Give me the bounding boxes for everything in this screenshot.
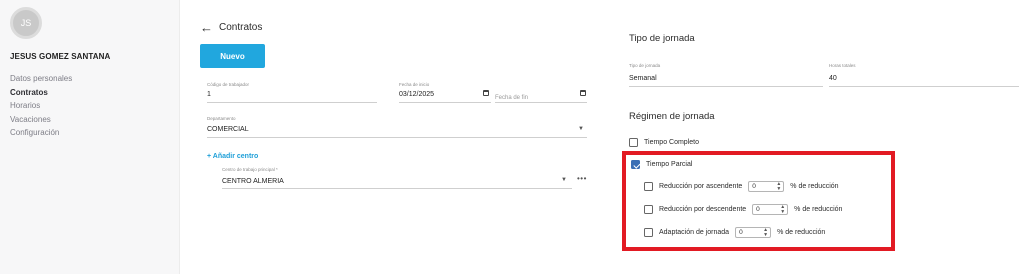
sidebar: JS JESUS GOMEZ SANTANA Datos personales … [0, 0, 180, 274]
worker-code-underline [207, 102, 377, 103]
sidebar-item-contratos[interactable]: Contratos [10, 86, 72, 100]
arrow-left-icon[interactable]: ← [200, 21, 213, 34]
department-underline [207, 137, 587, 138]
sidebar-menu: Datos personales Contratos Horarios Vaca… [10, 72, 72, 140]
department-value: COMERCIAL [207, 126, 249, 133]
jornada-type-label: Tipo de jornada [629, 63, 661, 68]
hours-value: 40 [829, 75, 837, 82]
page-title: Contratos [219, 22, 263, 33]
end-date-underline [495, 102, 587, 103]
avatar[interactable]: JS [10, 7, 42, 39]
hours-underline [829, 86, 1019, 87]
full-time-checkbox[interactable] [629, 138, 638, 147]
end-date-field[interactable]: Fecha de fin [495, 82, 587, 103]
add-center-link[interactable]: + Añadir centro [207, 153, 258, 160]
calendar-icon[interactable] [580, 90, 586, 96]
tipo-jornada-title: Tipo de jornada [629, 33, 695, 44]
full-time-option[interactable]: Tiempo Completo [629, 138, 699, 147]
worker-code-field[interactable]: Código de trabajador 1 [207, 82, 377, 103]
main-center-value: CENTRO ALMERIA [222, 178, 284, 185]
start-date-underline [399, 102, 491, 103]
department-label: Departamento [207, 116, 236, 121]
sidebar-item-datos-personales[interactable]: Datos personales [10, 72, 72, 86]
worker-code-label: Código de trabajador [207, 82, 250, 87]
worker-code-value: 1 [207, 91, 211, 98]
user-name: JESUS GOMEZ SANTANA [10, 52, 111, 61]
avatar-initials: JS [20, 18, 32, 28]
sidebar-item-vacaciones[interactable]: Vacaciones [10, 113, 72, 127]
start-date-value: 03/12/2025 [399, 91, 435, 98]
main-center-underline [222, 188, 572, 189]
regimen-jornada-title: Régimen de jornada [629, 111, 715, 122]
hours-field[interactable]: Horas totales 40 [829, 63, 1019, 87]
calendar-icon[interactable] [483, 90, 489, 96]
new-button[interactable]: Nuevo [200, 44, 265, 68]
sidebar-item-configuracion[interactable]: Configuración [10, 126, 72, 140]
hours-label: Horas totales [829, 63, 856, 68]
chevron-down-icon: ▼ [561, 177, 567, 183]
main-center-label: Centro de trabajo principal * [222, 167, 278, 172]
jornada-type-underline [629, 86, 823, 87]
main-center-select[interactable]: Centro de trabajo principal * CENTRO ALM… [222, 167, 572, 189]
chevron-down-icon: ▼ [578, 126, 584, 132]
more-options-icon[interactable]: ••• [577, 174, 587, 183]
highlight-box [622, 151, 895, 251]
full-time-label: Tiempo Completo [644, 139, 699, 146]
start-date-field[interactable]: Fecha de inicio 03/12/2025 [399, 82, 491, 103]
sidebar-item-horarios[interactable]: Horarios [10, 99, 72, 113]
department-select[interactable]: Departamento COMERCIAL ▼ [207, 116, 587, 138]
end-date-placeholder: Fecha de fin [495, 95, 529, 101]
page-header: ← Contratos [200, 21, 263, 34]
jornada-type-value: Semanal [629, 75, 657, 82]
start-date-label: Fecha de inicio [399, 82, 430, 87]
jornada-type-field[interactable]: Tipo de jornada Semanal [629, 63, 823, 87]
